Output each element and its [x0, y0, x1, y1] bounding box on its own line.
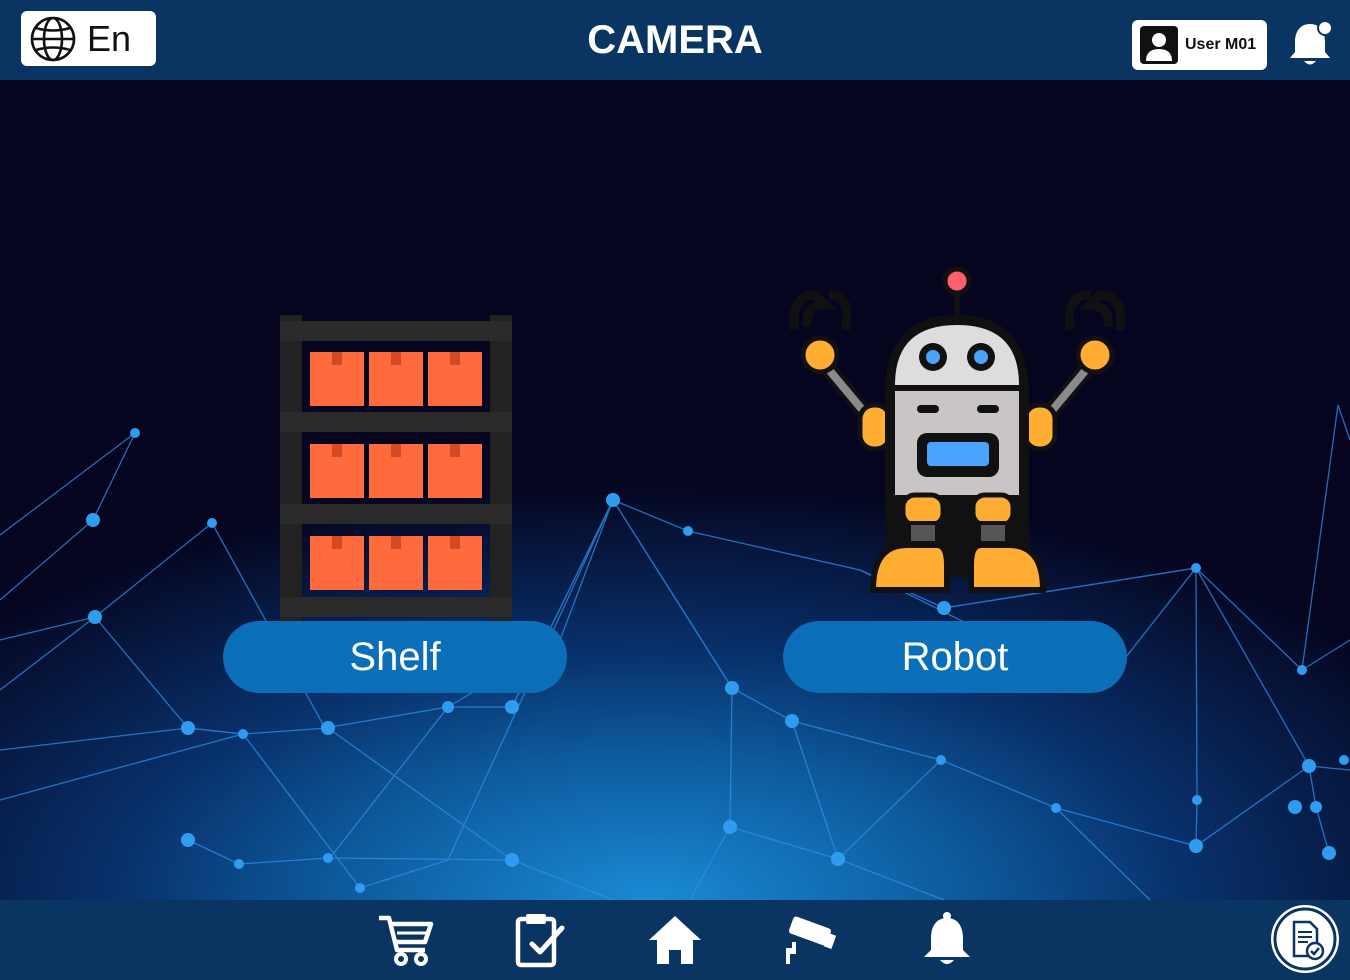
robot-illustration[interactable] [785, 265, 1130, 595]
shelf-illustration[interactable] [280, 315, 512, 625]
globe-icon [30, 16, 76, 61]
user-avatar-icon [1140, 26, 1178, 64]
security-camera-icon[interactable] [782, 910, 842, 970]
shelf-button[interactable]: Shelf [223, 621, 567, 693]
bell-icon[interactable] [917, 910, 977, 970]
network-background [0, 404, 1350, 900]
clipboard-check-icon[interactable] [510, 910, 570, 970]
robot-button[interactable]: Robot [783, 621, 1127, 693]
language-button[interactable]: En [21, 11, 156, 66]
home-icon[interactable] [645, 910, 705, 970]
notification-bell-icon[interactable] [1285, 18, 1335, 70]
top-bar: En CAMERA User M01 [0, 0, 1350, 80]
cart-icon[interactable] [375, 910, 435, 970]
language-label: En [87, 17, 132, 59]
main-stage: Shelf Robot [0, 80, 1350, 900]
document-check-icon[interactable] [1270, 904, 1340, 974]
bottom-nav-bar [0, 900, 1350, 980]
user-name: User M01 [1185, 36, 1257, 53]
user-account-button[interactable]: User M01 [1132, 20, 1267, 70]
